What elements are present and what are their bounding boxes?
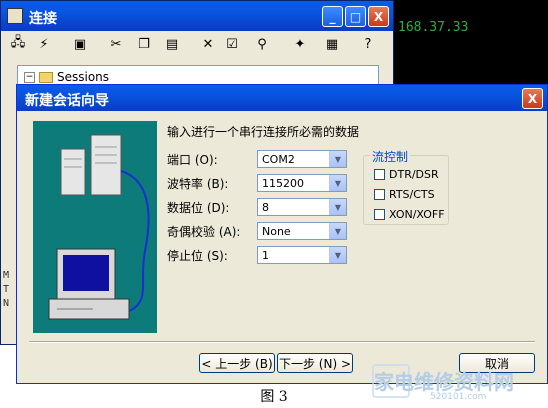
- stopbits-row: 停止位 (S): 1 ▼: [167, 245, 347, 265]
- flow-control-group: 流控制 DTR/DSR RTS/CTS XON/XOFF: [363, 148, 449, 225]
- side-mark: M: [3, 270, 10, 281]
- delete-icon[interactable]: ✕: [199, 35, 217, 53]
- connect-icon[interactable]: 🖧: [9, 35, 27, 53]
- parity-label: 奇偶校验 (A):: [167, 224, 241, 239]
- quick-connect-icon[interactable]: ⚡: [35, 35, 53, 53]
- port-select[interactable]: COM2 ▼: [257, 150, 347, 168]
- side-mark: N: [3, 298, 10, 309]
- paste-icon[interactable]: ▤: [163, 35, 181, 53]
- new-session-wizard: 新建会话向导 X 输入进行一个串行连接所必需的数据 端口 (O): COM2 ▼…: [16, 84, 548, 384]
- wizard-title: 新建会话向导: [25, 93, 109, 109]
- connect-window-title: 连接: [29, 11, 57, 27]
- baud-row: 波特率 (B): 115200 ▼: [167, 173, 347, 193]
- minimize-button[interactable]: _: [322, 6, 343, 27]
- tree-node-label: Sessions: [57, 70, 110, 84]
- checkbox-icon[interactable]: [374, 169, 385, 180]
- dtr-dsr-checkbox[interactable]: DTR/DSR: [374, 168, 439, 181]
- figure-caption: 图 3: [260, 389, 288, 405]
- checkbox-icon[interactable]: [374, 189, 385, 200]
- terminal-text: 168.37.33: [398, 20, 469, 35]
- chevron-down-icon[interactable]: ▼: [329, 223, 346, 239]
- wizard-illustration: [33, 121, 157, 333]
- cut-icon[interactable]: ✂: [107, 35, 125, 53]
- maximize-button[interactable]: □: [345, 6, 366, 27]
- rts-cts-label: RTS/CTS: [389, 188, 435, 201]
- copy-icon[interactable]: ❐: [135, 35, 153, 53]
- next-button[interactable]: 下一步 (N) >: [277, 353, 353, 373]
- new-folder-icon[interactable]: ✦: [291, 35, 309, 53]
- parity-select[interactable]: None ▼: [257, 222, 347, 240]
- chevron-down-icon[interactable]: ▼: [329, 175, 346, 191]
- properties-icon[interactable]: ☑: [223, 35, 241, 53]
- port-label: 端口 (O):: [167, 152, 218, 167]
- side-mark: T: [3, 284, 10, 295]
- terminal-icon[interactable]: ▦: [323, 35, 341, 53]
- rts-cts-checkbox[interactable]: RTS/CTS: [374, 188, 435, 201]
- flow-control-title: 流控制: [370, 148, 411, 165]
- checkbox-icon[interactable]: [374, 209, 385, 220]
- connect-window-titlebar[interactable]: 连接 _ □ X: [1, 1, 393, 31]
- databits-label: 数据位 (D):: [167, 200, 230, 215]
- wizard-heading: 输入进行一个串行连接所必需的数据: [167, 125, 360, 139]
- databits-select[interactable]: 8 ▼: [257, 198, 347, 216]
- databits-row: 数据位 (D): 8 ▼: [167, 197, 347, 217]
- parity-row: 奇偶校验 (A): None ▼: [167, 221, 347, 241]
- app-icon: [7, 8, 23, 24]
- chevron-down-icon[interactable]: ▼: [329, 199, 346, 215]
- picture-icon[interactable]: ▣: [71, 35, 89, 53]
- find-icon[interactable]: ⚲: [253, 35, 271, 53]
- xon-xoff-label: XON/XOFF: [389, 208, 445, 221]
- xon-xoff-checkbox[interactable]: XON/XOFF: [374, 208, 445, 221]
- stopbits-value: 1: [262, 249, 269, 262]
- divider: [29, 341, 535, 343]
- expand-icon[interactable]: −: [24, 71, 35, 83]
- baud-value: 115200: [262, 177, 304, 190]
- side-marks: M T N: [3, 269, 9, 311]
- baud-label: 波特率 (B):: [167, 176, 229, 191]
- wizard-titlebar[interactable]: 新建会话向导 X: [17, 85, 547, 111]
- tree-node-sessions[interactable]: − Sessions: [24, 70, 109, 84]
- folder-icon: [39, 71, 53, 83]
- chevron-down-icon[interactable]: ▼: [329, 247, 346, 263]
- dtr-dsr-label: DTR/DSR: [389, 168, 439, 181]
- databits-value: 8: [262, 201, 269, 214]
- serial-connection-illustration: [48, 134, 150, 320]
- close-button[interactable]: X: [368, 6, 389, 27]
- stopbits-select[interactable]: 1 ▼: [257, 246, 347, 264]
- back-button[interactable]: < 上一步 (B): [199, 353, 275, 373]
- baud-select[interactable]: 115200 ▼: [257, 174, 347, 192]
- port-row: 端口 (O): COM2 ▼: [167, 149, 347, 169]
- port-value: COM2: [262, 153, 295, 166]
- wizard-close-button[interactable]: X: [522, 88, 543, 109]
- stopbits-label: 停止位 (S):: [167, 248, 228, 263]
- help-icon[interactable]: ?: [359, 35, 377, 53]
- toolbar: 🖧 ⚡ ▣ ✂ ❐ ▤ ✕ ☑ ⚲ ✦ ▦ ?: [1, 31, 393, 57]
- chevron-down-icon[interactable]: ▼: [329, 151, 346, 167]
- parity-value: None: [262, 225, 291, 238]
